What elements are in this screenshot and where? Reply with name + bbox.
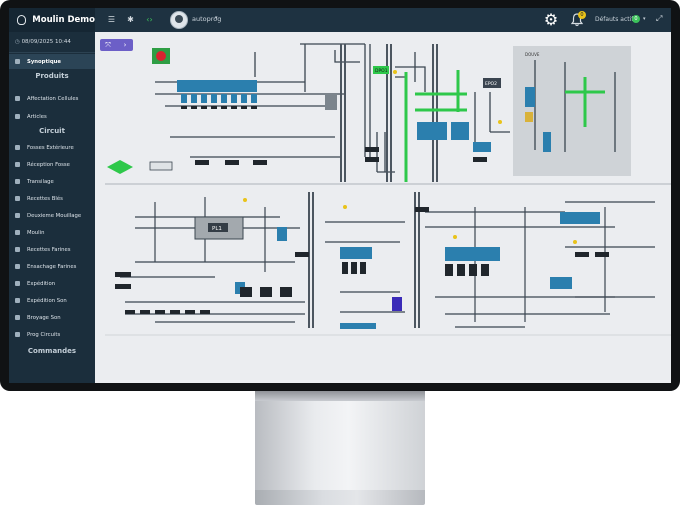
sidebar-item-affectation-cellules[interactable]: Affectation Cellules: [9, 91, 95, 106]
sidebar-item-ensachage-farines[interactable]: Ensachage Farines: [9, 259, 95, 274]
mill-logo-icon: [17, 15, 27, 25]
swap-icon: [15, 96, 20, 101]
sidebar-item-label: Ensachage Farines: [27, 263, 77, 270]
droplet-icon: [15, 213, 20, 218]
sidebar-item-recettes-bles[interactable]: Recettes Blés: [9, 191, 95, 206]
pl1-label: PL1: [212, 226, 222, 232]
sidebar-item-moulin[interactable]: Moulin: [9, 225, 95, 240]
user-chevron-down-icon[interactable]: ▾: [215, 15, 218, 21]
section-commandes: Commandes: [27, 347, 77, 355]
alarms-chevron-down-icon[interactable]: ▾: [643, 16, 646, 22]
roller-mills: [235, 212, 600, 294]
sidebar-item-label: Broyage Son: [27, 314, 61, 321]
monitor-stand-foot: [255, 490, 425, 505]
sidebar-item-label: Recettes Farines: [27, 246, 71, 253]
divider: [9, 52, 95, 53]
status-tags-bottom: [115, 207, 609, 314]
epo2-label: EPO2: [485, 81, 497, 87]
pump: [149, 161, 173, 171]
truck-icon: [15, 145, 20, 150]
sidebar-item-synoptique[interactable]: Synoptique: [9, 54, 95, 69]
circuit-icon: [15, 332, 20, 337]
monitor-frame: Moulin Demo ☰ ✱ ‹› autoprog ▾ ⚙ 0 Défaut…: [0, 0, 680, 391]
scale-funnel: [525, 112, 533, 122]
sidebar-item-expedition-son[interactable]: Expédition Son: [9, 293, 95, 308]
sidebar-item-label: Expédition Son: [27, 297, 67, 304]
code-icon[interactable]: ‹›: [144, 14, 155, 25]
sidebar-item-broyage-son[interactable]: Broyage Son: [9, 310, 95, 325]
sidebar-item-deuxieme-mouillage[interactable]: Deuxieme Mouillage: [9, 208, 95, 223]
vertical-elevators: [308, 44, 438, 328]
emergency-stop-icon[interactable]: [156, 51, 166, 61]
hopper: [325, 94, 337, 110]
sidebar-item-label: Articles: [27, 113, 47, 120]
purple-unit: [392, 297, 402, 311]
sidebar-item-label: Moulin: [27, 229, 45, 236]
sidebar-item-fosses-exterieure[interactable]: Fosses Extérieure: [9, 140, 95, 155]
sidebar: ◷ 08/09/2025 10:44 Synoptique Produits A…: [9, 32, 95, 383]
sidebar-item-label: Expédition: [27, 280, 56, 287]
menu-icon[interactable]: ☰: [106, 14, 117, 25]
sidebar-item-label: Recettes Blés: [27, 195, 63, 202]
flask-icon: [15, 196, 20, 201]
avatar[interactable]: [170, 11, 188, 29]
dpo1-label: DPO1: [375, 68, 388, 74]
sidebar-item-label: Réception Fosse: [27, 161, 70, 168]
sidebar-item-label: Fosses Extérieure: [27, 144, 74, 151]
monitor-stand-shadow: [255, 391, 425, 401]
sidebar-item-label: Transilage: [27, 178, 54, 185]
sidebar-item-label: Prog Circuits: [27, 331, 61, 338]
notification-badge: 0: [578, 11, 586, 19]
process-diagram: DPO1 EPO2 DOUVE PL1: [105, 43, 671, 336]
datetime-text: 08/09/2025 10:44: [21, 39, 71, 45]
flask-icon: [15, 247, 20, 252]
datetime: ◷ 08/09/2025 10:44: [15, 39, 71, 45]
alarms-count-badge: 0: [632, 15, 640, 23]
outlet-conveyor: [340, 323, 376, 329]
douve-zone: [513, 46, 631, 176]
crusher-icon: [15, 315, 20, 320]
section-produits: Produits: [35, 72, 69, 80]
shipping-icon: [15, 281, 20, 286]
shipping-icon: [15, 298, 20, 303]
sidebar-item-expedition[interactable]: Expédition: [9, 276, 95, 291]
settings-gear-icon[interactable]: ⚙: [542, 11, 560, 29]
sidebar-item-reception-fosse[interactable]: Réception Fosse: [9, 157, 95, 172]
top-bar: Moulin Demo ☰ ✱ ‹› autoprog ▾ ⚙ 0 Défaut…: [9, 8, 671, 32]
section-circuit: Circuit: [39, 127, 65, 135]
sidebar-item-prog-circuits[interactable]: Prog Circuits: [9, 327, 95, 342]
transfer-icon: [15, 179, 20, 184]
monitor-stand-neck: [255, 391, 425, 491]
sidebar-item-label: Deuxieme Mouillage: [27, 212, 82, 219]
sidebar-item-recettes-farines[interactable]: Recettes Farines: [9, 242, 95, 257]
screen: Moulin Demo ☰ ✱ ‹› autoprog ▾ ⚙ 0 Défaut…: [9, 8, 671, 383]
synoptic-view: ⤧ › DPO1 EPO2 DOUVE PL1: [95, 32, 671, 383]
bag-icon: [15, 264, 20, 269]
truck-icon: [15, 162, 20, 167]
list-icon: [15, 114, 20, 119]
mill-icon: [15, 230, 20, 235]
alarms-label[interactable]: Défauts actifs: [595, 16, 637, 23]
fullscreen-icon[interactable]: ⤢: [656, 14, 662, 24]
gear-small-icon[interactable]: ✱: [125, 14, 136, 25]
app-name: Moulin Demo: [32, 15, 95, 25]
douve-label: DOUVE: [525, 52, 540, 57]
brand[interactable]: Moulin Demo: [9, 8, 95, 32]
sidebar-item-label: Affectation Cellules: [27, 95, 79, 102]
eye-icon: [15, 59, 20, 64]
truck-green[interactable]: [107, 160, 133, 174]
sidebar-item-transilage[interactable]: Transilage: [9, 174, 95, 189]
sidebar-item-label: Synoptique: [27, 58, 61, 65]
sidebar-item-articles[interactable]: Articles: [9, 109, 95, 124]
